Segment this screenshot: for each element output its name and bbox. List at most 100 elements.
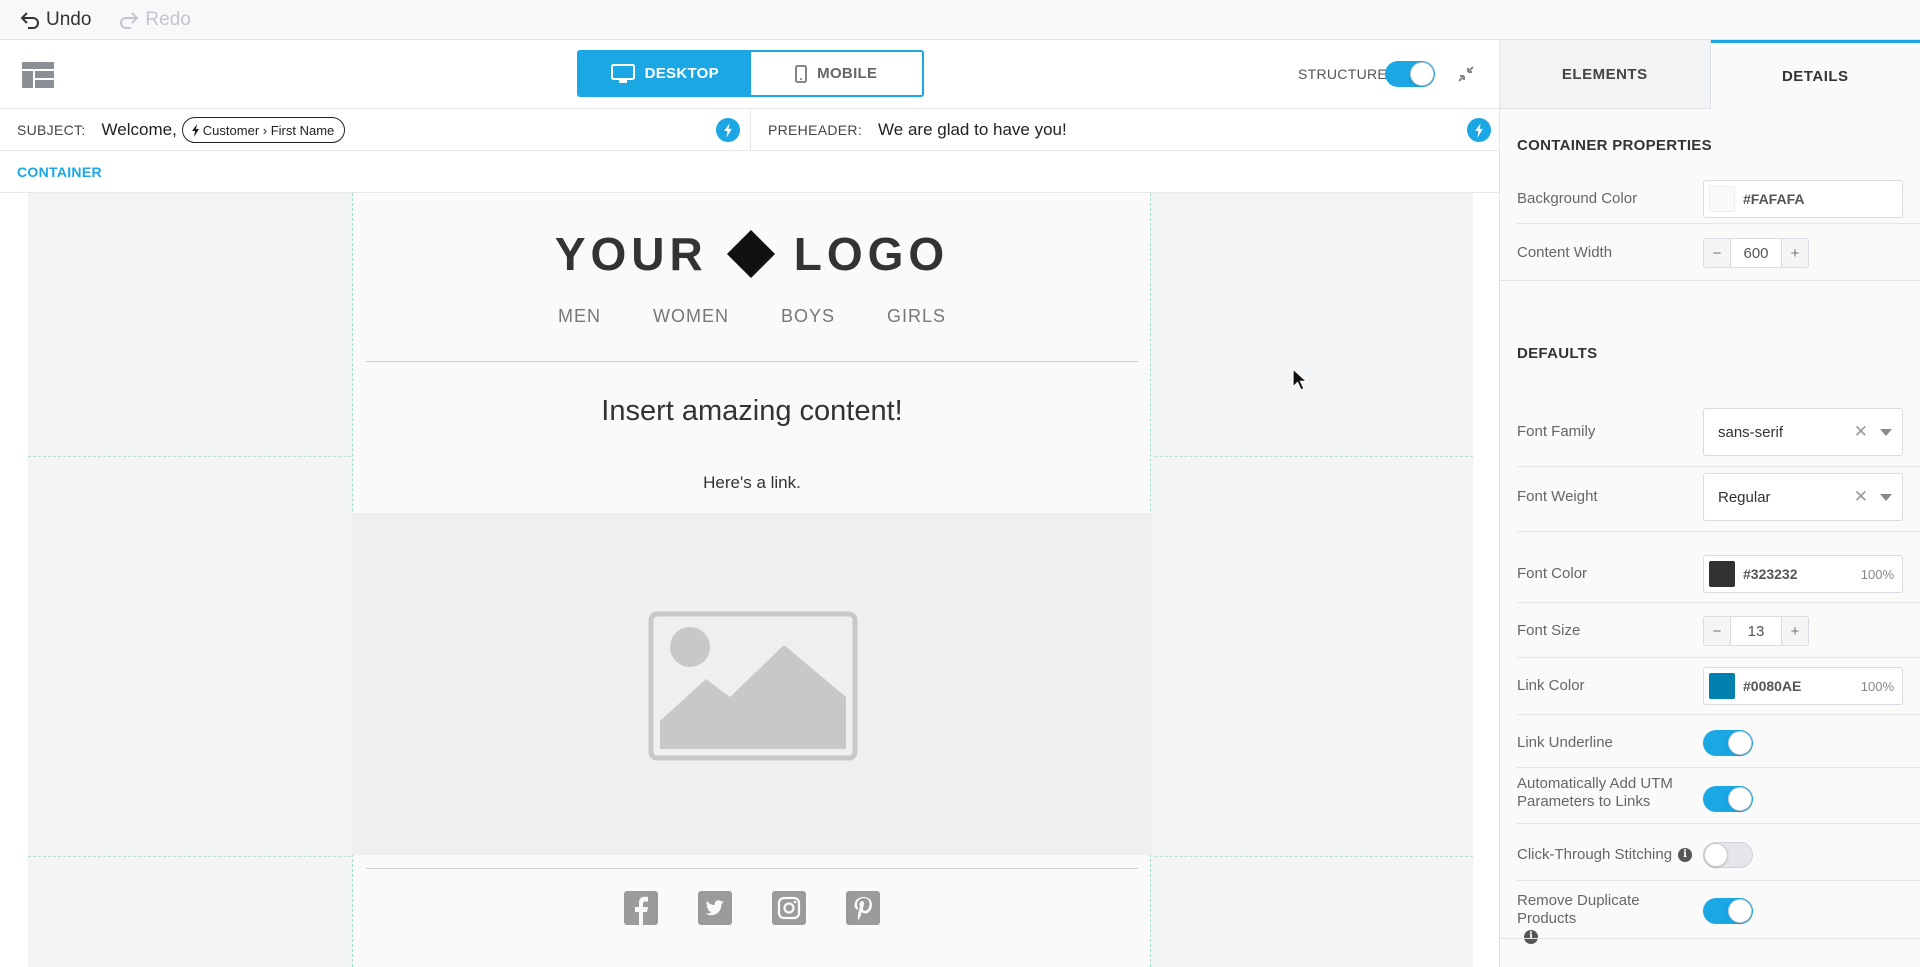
font-color-input[interactable]: #323232 100% <box>1703 555 1903 593</box>
link-underline-toggle[interactable] <box>1703 730 1753 756</box>
link-text[interactable]: Here's a link. <box>352 473 1152 493</box>
nav-item-men[interactable]: MEN <box>558 306 601 327</box>
nav-item-boys[interactable]: BOYS <box>781 306 835 327</box>
content-width-stepper[interactable]: − 600 + <box>1703 238 1809 268</box>
subject-field[interactable]: SUBJECT: Welcome, Customer › First Name <box>0 109 751 151</box>
color-swatch[interactable] <box>1709 186 1735 212</box>
font-family-value: sans-serif <box>1718 423 1784 441</box>
bolt-icon <box>191 123 199 137</box>
remove-duplicates-label: Remove Duplicate Products <box>1517 892 1640 927</box>
divider <box>1517 602 1920 603</box>
email-container[interactable]: YOUR LOGO MEN WOMEN BOYS GIRLS Insert am… <box>352 193 1152 967</box>
utm-label: Automatically Add UTM Parameters to Link… <box>1517 775 1673 810</box>
structure-toggle[interactable] <box>1385 61 1435 87</box>
clear-icon[interactable]: ✕ <box>1854 487 1868 507</box>
preheader-personalize-button[interactable] <box>1467 118 1491 142</box>
clear-icon[interactable]: ✕ <box>1854 422 1868 442</box>
personalization-token[interactable]: Customer › First Name <box>181 117 346 143</box>
redo-button[interactable]: Redo <box>119 9 191 31</box>
link-color-input[interactable]: #0080AE 100% <box>1703 667 1903 705</box>
desktop-icon <box>610 63 635 83</box>
social-links <box>352 891 1152 925</box>
toggle-knob <box>1728 899 1752 923</box>
decrement-button[interactable]: − <box>1704 617 1730 645</box>
divider <box>1517 767 1920 768</box>
divider <box>1517 531 1920 532</box>
font-size-value[interactable]: 13 <box>1730 617 1782 645</box>
divider <box>366 868 1138 869</box>
subject-label: SUBJECT: <box>17 122 86 138</box>
color-swatch[interactable] <box>1709 673 1735 699</box>
chevron-down-icon[interactable] <box>1880 428 1892 436</box>
preheader-field[interactable]: PREHEADER: We are glad to have you! <box>751 109 1500 151</box>
divider <box>1500 938 1920 939</box>
click-through-toggle[interactable] <box>1703 842 1753 868</box>
nav-item-girls[interactable]: GIRLS <box>887 306 946 327</box>
logo[interactable]: YOUR LOGO <box>352 227 1152 281</box>
info-icon[interactable]: i <box>1678 848 1693 863</box>
undo-icon <box>20 11 39 29</box>
properties-panel: ELEMENTS DETAILS CONTAINER PROPERTIES Ba… <box>1500 40 1920 967</box>
content-width-label: Content Width <box>1517 244 1613 261</box>
image-placeholder[interactable] <box>352 513 1152 855</box>
link-underline-label: Link Underline <box>1517 734 1613 751</box>
chevron-down-icon[interactable] <box>1880 493 1892 501</box>
undo-label: Undo <box>46 8 92 30</box>
remove-duplicates-toggle[interactable] <box>1703 898 1753 924</box>
divider <box>1500 280 1920 281</box>
decrement-button[interactable]: − <box>1704 239 1730 267</box>
mobile-label: MOBILE <box>817 65 878 82</box>
link-color-value: #0080AE <box>1743 678 1802 694</box>
click-through-label-wrap: Click-Through Stitching i <box>1517 846 1702 864</box>
desktop-label: DESKTOP <box>644 65 719 82</box>
desktop-view-button[interactable]: DESKTOP <box>579 52 751 95</box>
font-family-select[interactable]: sans-serif ✕ <box>1703 408 1903 456</box>
click-through-label: Click-Through Stitching <box>1517 846 1673 863</box>
mobile-icon <box>795 64 808 83</box>
font-weight-select[interactable]: Regular ✕ <box>1703 473 1903 521</box>
undo-button[interactable]: Undo <box>20 9 91 31</box>
utm-toggle[interactable] <box>1703 786 1753 812</box>
facebook-icon[interactable] <box>624 891 658 925</box>
tab-details[interactable]: DETAILS <box>1710 40 1920 109</box>
redo-icon <box>120 11 139 29</box>
divider <box>1517 714 1920 715</box>
subject-personalize-button[interactable] <box>716 118 740 142</box>
subject-row: SUBJECT: Welcome, Customer › First Name … <box>0 109 1500 151</box>
preheader-label: PREHEADER: <box>768 122 863 138</box>
breadcrumb[interactable]: CONTAINER <box>17 164 102 180</box>
container-properties-title: CONTAINER PROPERTIES <box>1517 137 1712 154</box>
background-color-input[interactable]: #FAFAFA <box>1703 180 1903 218</box>
font-weight-value: Regular <box>1718 488 1771 506</box>
tab-elements[interactable]: ELEMENTS <box>1500 40 1711 109</box>
defaults-title: DEFAULTS <box>1517 345 1598 362</box>
pinterest-icon[interactable] <box>846 891 880 925</box>
headline-text[interactable]: Insert amazing content! <box>352 395 1152 428</box>
editor-toolbar: DESKTOP MOBILE STRUCTURE <box>0 40 1500 109</box>
font-color-label: Font Color <box>1517 565 1588 582</box>
increment-button[interactable]: + <box>1782 239 1808 267</box>
subject-text: Welcome, <box>101 120 177 139</box>
email-nav: MEN WOMEN BOYS GIRLS <box>352 306 1152 327</box>
nav-item-women[interactable]: WOMEN <box>653 306 729 327</box>
color-swatch[interactable] <box>1709 561 1735 587</box>
link-color-opacity[interactable]: 100% <box>1861 679 1894 694</box>
email-editor: DESKTOP MOBILE STRUCTURE SUBJECT: Welcom… <box>0 40 1500 967</box>
collapse-icon[interactable] <box>1457 65 1475 83</box>
history-bar: Undo Redo <box>0 0 1920 40</box>
font-color-opacity[interactable]: 100% <box>1861 567 1894 582</box>
logo-text-right: LOGO <box>793 228 950 280</box>
increment-button[interactable]: + <box>1782 617 1808 645</box>
layout-icon[interactable] <box>22 62 54 88</box>
divider <box>1517 823 1920 824</box>
font-color-value: #323232 <box>1743 566 1798 582</box>
font-size-stepper[interactable]: − 13 + <box>1703 616 1809 646</box>
background-color-value: #FAFAFA <box>1743 191 1805 207</box>
twitter-icon[interactable] <box>698 891 732 925</box>
content-width-value[interactable]: 600 <box>1730 239 1782 267</box>
image-icon <box>648 611 858 761</box>
mobile-view-button[interactable]: MOBILE <box>750 52 922 95</box>
structure-label: STRUCTURE <box>1298 66 1388 82</box>
instagram-icon[interactable] <box>772 891 806 925</box>
email-canvas: YOUR LOGO MEN WOMEN BOYS GIRLS Insert am… <box>28 193 1473 967</box>
